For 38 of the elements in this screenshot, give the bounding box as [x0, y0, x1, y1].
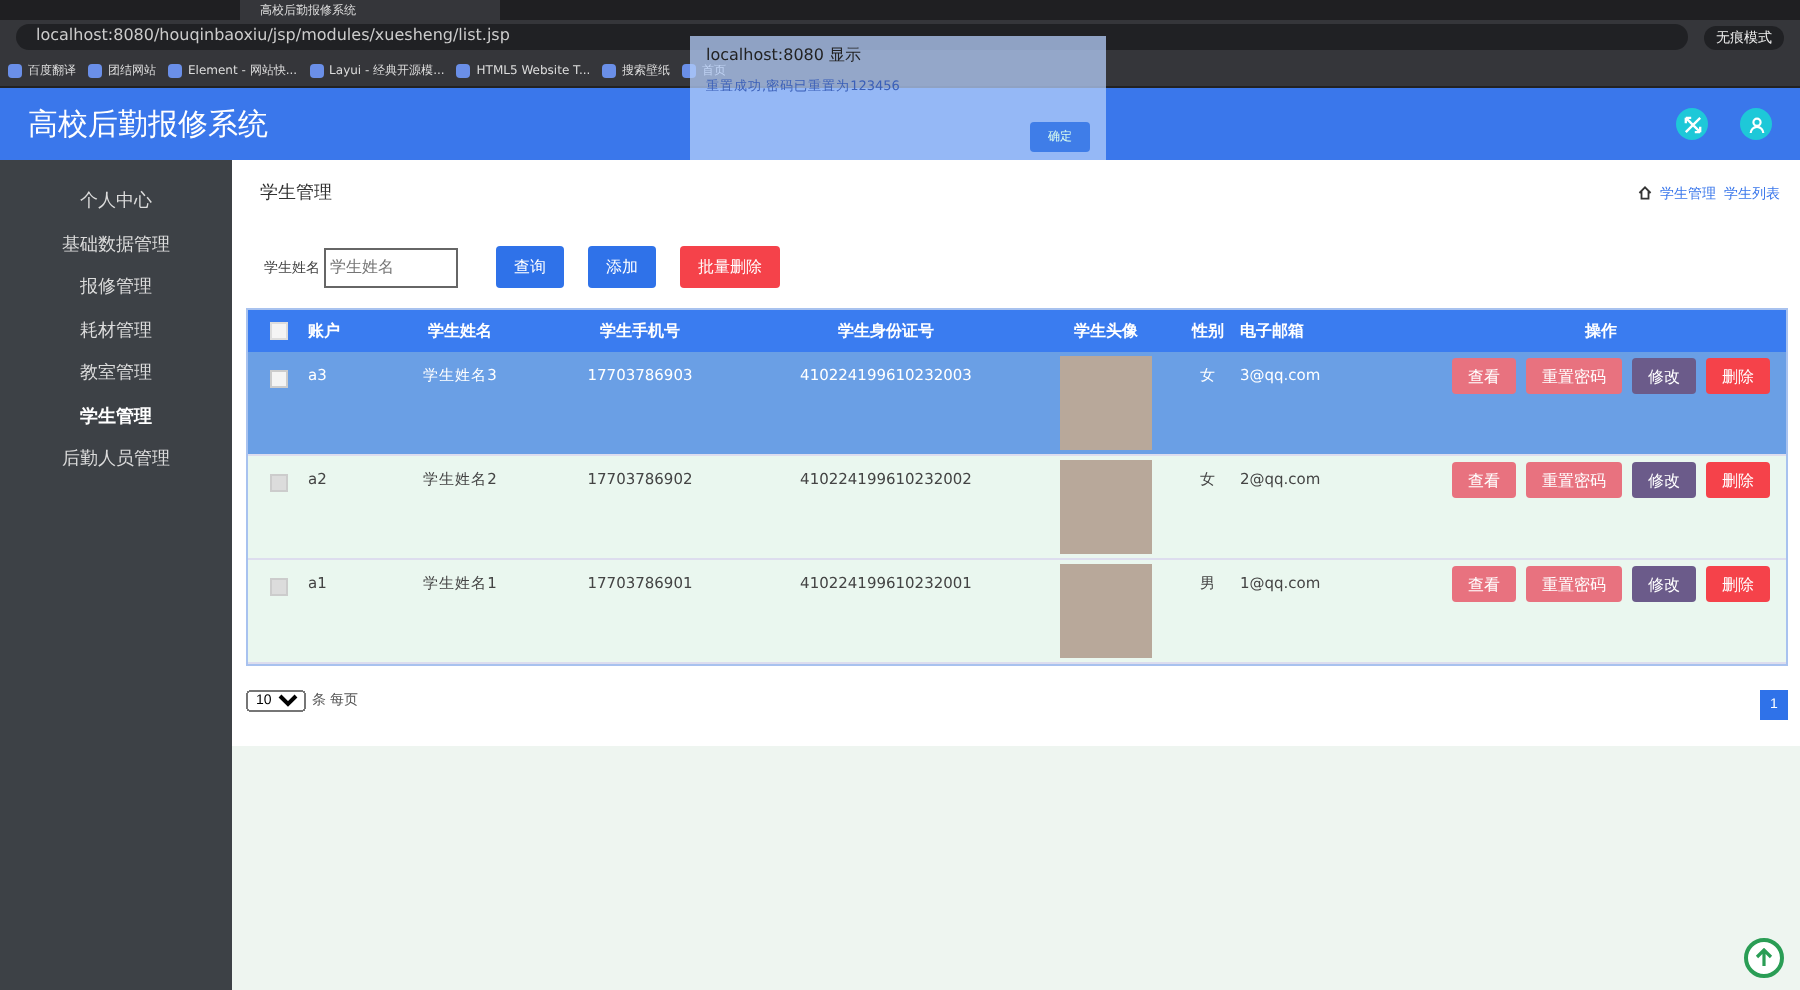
- action-button[interactable]: 添加: [588, 246, 656, 288]
- app-title: 高校后勤报修系统: [28, 105, 268, 143]
- column-header: 学生头像: [1072, 320, 1140, 342]
- row-checkbox[interactable]: [269, 370, 287, 388]
- column-header: 电子邮箱: [1240, 320, 1306, 342]
- column-header: 性别: [1189, 320, 1226, 342]
- column-header: 账户: [308, 320, 342, 342]
- row-action-button[interactable]: 修改: [1632, 566, 1696, 602]
- sidebar-item[interactable]: 个人中心: [0, 180, 232, 223]
- row-action-button[interactable]: 删除: [1706, 358, 1770, 394]
- column-header: 操作: [1582, 320, 1619, 342]
- sidebar-item[interactable]: 基础数据管理: [0, 223, 232, 266]
- sidebar-item[interactable]: 报修管理: [0, 266, 232, 309]
- row-action-button[interactable]: 删除: [1706, 462, 1770, 498]
- page-title: 学生管理: [260, 181, 332, 206]
- column-header: 学生姓名: [426, 320, 494, 342]
- row-action-button[interactable]: 修改: [1632, 462, 1696, 498]
- home-icon: [1638, 186, 1652, 200]
- select-all-checkbox[interactable]: [269, 322, 287, 340]
- sidebar-item[interactable]: 学生管理: [0, 395, 232, 438]
- fullscreen-icon[interactable]: [1676, 108, 1708, 140]
- user-icon[interactable]: [1740, 108, 1772, 140]
- column-header: 学生手机号: [598, 320, 682, 342]
- action-button[interactable]: 批量删除: [680, 246, 780, 288]
- column-header: 学生身份证号: [836, 320, 936, 342]
- row-checkbox[interactable]: [269, 474, 287, 492]
- photo-placeholder: [1060, 564, 1152, 658]
- photo-placeholder: [1060, 460, 1152, 554]
- row-checkbox[interactable]: [269, 578, 287, 596]
- row-action-button[interactable]: 修改: [1632, 358, 1696, 394]
- sidebar-item[interactable]: 后勤人员管理: [0, 438, 232, 481]
- photo-placeholder: [1060, 356, 1152, 450]
- action-button[interactable]: 查询: [496, 246, 564, 288]
- sidebar-item[interactable]: 耗材管理: [0, 309, 232, 352]
- row-action-button[interactable]: 删除: [1706, 566, 1770, 602]
- dialog-title: localhost:8080 显示: [706, 44, 864, 64]
- sidebar-item[interactable]: 教室管理: [0, 352, 232, 395]
- name-input[interactable]: 学生姓名: [324, 247, 458, 287]
